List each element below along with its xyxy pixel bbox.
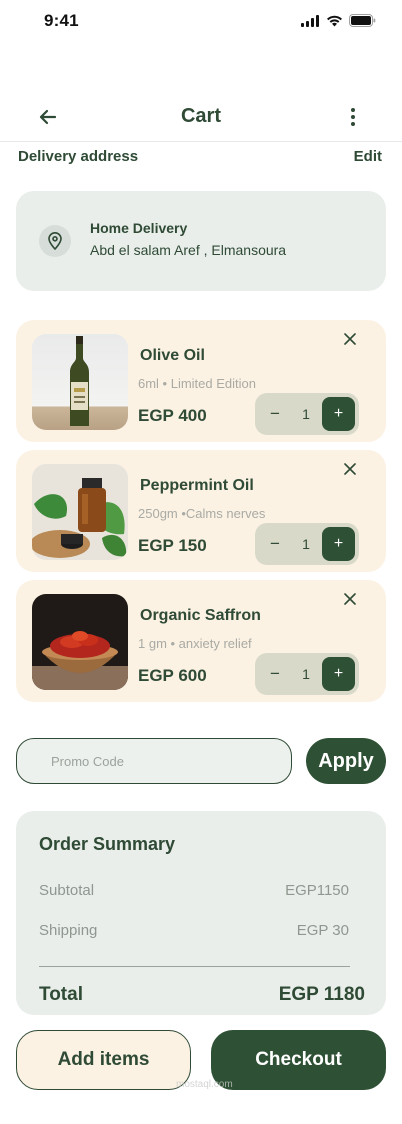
address-title: Home Delivery (90, 220, 188, 236)
product-price: EGP 600 (138, 666, 207, 685)
product-price: EGP 150 (138, 536, 207, 555)
product-image-organic-saffron (32, 594, 128, 690)
total-value: EGP 1180 (278, 984, 365, 1005)
total-row: Total EGP 1180 (39, 984, 365, 1006)
quantity-stepper: − 1 + (255, 653, 359, 695)
subtotal-value: EGP1150 (285, 882, 349, 899)
product-description: 250gm •Calms nerves (138, 506, 266, 521)
more-vertical-icon (351, 108, 355, 126)
location-pin-icon (48, 232, 62, 250)
status-time: 9:41 (44, 11, 79, 30)
decrease-quantity-button[interactable]: − (267, 533, 283, 555)
subtotal-row: Subtotal EGP1150 (39, 882, 349, 899)
cart-item: Organic Saffron 1 gm • anxiety relief EG… (16, 580, 386, 702)
product-description: 6ml • Limited Edition (138, 376, 256, 391)
status-icons (301, 14, 376, 27)
shipping-value: EGP 30 (296, 922, 349, 939)
quantity-value: 1 (302, 406, 310, 422)
order-summary-card: Order Summary Subtotal EGP1150 Shipping … (16, 811, 386, 1015)
page-title: Cart (180, 105, 221, 127)
product-image-olive-oil (32, 334, 128, 430)
order-summary-title: Order Summary (39, 834, 176, 854)
product-name: Olive Oil (140, 347, 205, 364)
wifi-icon (327, 15, 342, 26)
product-name: Organic Saffron (140, 607, 261, 624)
close-icon (344, 593, 356, 605)
product-name: Peppermint Oil (140, 477, 254, 494)
product-price: EGP 400 (138, 406, 207, 425)
product-image-peppermint-oil (32, 464, 128, 560)
increase-quantity-button[interactable]: + (322, 527, 355, 561)
close-icon (344, 463, 356, 475)
promo-code-input[interactable] (16, 738, 292, 784)
location-pin-container (39, 225, 71, 257)
decrease-quantity-button[interactable]: − (267, 663, 283, 685)
decrease-quantity-button[interactable]: − (267, 403, 283, 425)
battery-icon (349, 14, 376, 27)
remove-item-button[interactable] (344, 592, 356, 605)
quantity-value: 1 (302, 666, 310, 682)
watermark: mostaql.com (176, 1079, 233, 1090)
address-text: Abd el salam Aref , Elmansoura (90, 242, 287, 258)
delivery-section-label: Delivery address (18, 148, 139, 165)
product-description: 1 gm • anxiety relief (138, 636, 252, 651)
delivery-section-header: Delivery address Edit (18, 148, 382, 165)
shipping-row: Shipping EGP 30 (39, 922, 349, 939)
remove-item-button[interactable] (344, 462, 356, 475)
cart-item: Peppermint Oil 250gm •Calms nerves EGP 1… (16, 450, 386, 572)
cart-item: Olive Oil 6ml • Limited Edition EGP 400 … (16, 320, 386, 442)
remove-item-button[interactable] (344, 332, 356, 345)
quantity-stepper: − 1 + (255, 523, 359, 565)
increase-quantity-button[interactable]: + (322, 657, 355, 691)
close-icon (344, 333, 356, 345)
total-label: Total (39, 984, 83, 1005)
shipping-label: Shipping (39, 922, 98, 939)
app-header: Cart (0, 96, 402, 142)
quantity-value: 1 (302, 536, 310, 552)
address-card[interactable]: Home Delivery Abd el salam Aref , Elmans… (16, 191, 386, 291)
status-bar: 9:41 (0, 0, 402, 44)
apply-promo-button[interactable]: Apply (306, 738, 386, 784)
edit-address-link[interactable]: Edit (354, 148, 382, 165)
summary-divider (39, 966, 350, 967)
subtotal-label: Subtotal (39, 882, 95, 899)
quantity-stepper: − 1 + (255, 393, 359, 435)
increase-quantity-button[interactable]: + (322, 397, 355, 431)
more-options-button[interactable] (346, 105, 360, 129)
checkout-button[interactable]: Checkout (211, 1030, 386, 1090)
add-items-button[interactable]: Add items (16, 1030, 191, 1090)
signal-icon (301, 14, 319, 27)
